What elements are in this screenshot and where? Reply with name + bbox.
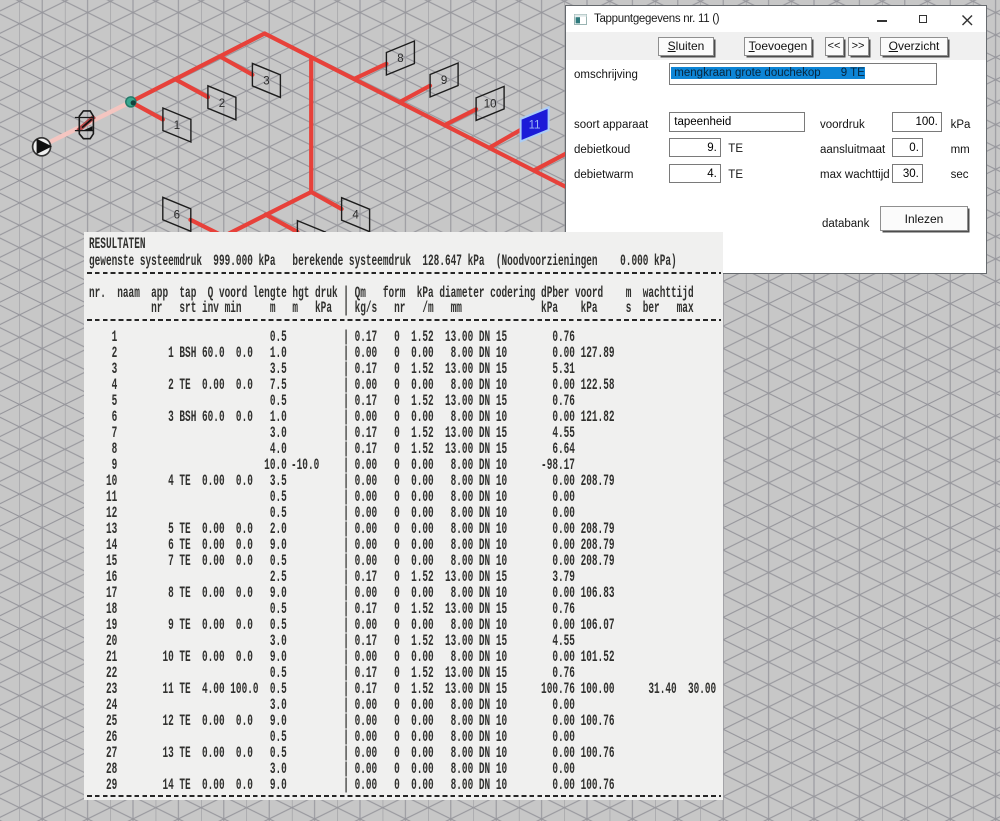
svg-text:9: 9 <box>441 75 447 87</box>
svg-text:4: 4 <box>352 210 359 222</box>
svg-text:10: 10 <box>484 98 497 110</box>
svg-text:3: 3 <box>263 75 269 87</box>
svg-text:2: 2 <box>219 98 225 110</box>
svg-text:6: 6 <box>174 209 180 221</box>
svg-text:11: 11 <box>529 119 541 131</box>
svg-text:1: 1 <box>174 120 180 132</box>
svg-text:8: 8 <box>397 53 403 65</box>
